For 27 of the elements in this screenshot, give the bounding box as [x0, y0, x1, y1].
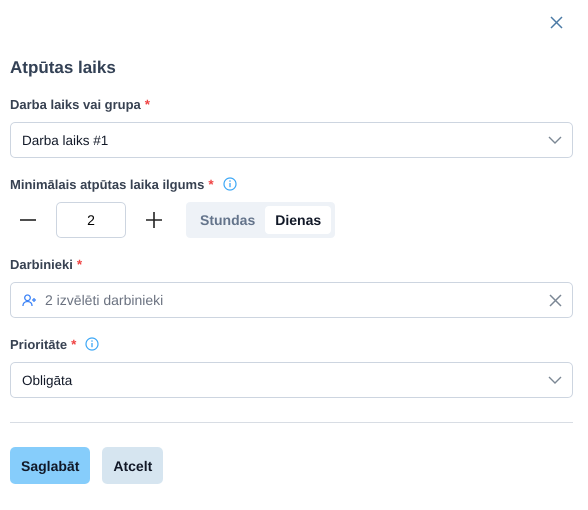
- employee-input[interactable]: 2 izvēlēti darbinieki: [45, 292, 541, 308]
- save-button[interactable]: Saglabāt: [10, 447, 90, 484]
- unit-tab[interactable]: Stundas: [190, 206, 266, 234]
- plus-icon: [146, 212, 162, 228]
- required-mark: *: [71, 336, 76, 352]
- close-icon: [550, 16, 563, 29]
- dialog-title: Atpūtas laiks: [10, 58, 117, 78]
- field-label: Prioritāte: [10, 336, 68, 352]
- employee-field[interactable]: 2 izvēlēti darbinieki: [10, 282, 573, 318]
- dropdown[interactable]: Obligāta: [10, 362, 573, 398]
- info-icon[interactable]: [222, 177, 237, 191]
- info-icon[interactable]: [85, 337, 100, 351]
- field-label: Minimālais atpūtas laika ilgums: [10, 176, 204, 192]
- field-label: Darbinieki: [10, 256, 73, 272]
- user-plus-icon: [22, 294, 37, 306]
- dropdown[interactable]: Darba laiks #1: [10, 122, 573, 158]
- clear-icon: [549, 294, 562, 306]
- minus-icon: [20, 219, 36, 221]
- cancel-button[interactable]: Atcelt: [102, 447, 164, 484]
- chevron-down-icon: [548, 376, 562, 384]
- chevron-down-icon: [548, 136, 562, 144]
- required-mark: *: [208, 176, 214, 192]
- required-mark: *: [144, 96, 150, 112]
- field-label: Darba laiks vai grupa: [10, 96, 141, 112]
- number-field[interactable]: 2: [56, 202, 126, 238]
- unit-tab[interactable]: Dienas: [265, 206, 332, 234]
- required-mark: *: [76, 256, 82, 272]
